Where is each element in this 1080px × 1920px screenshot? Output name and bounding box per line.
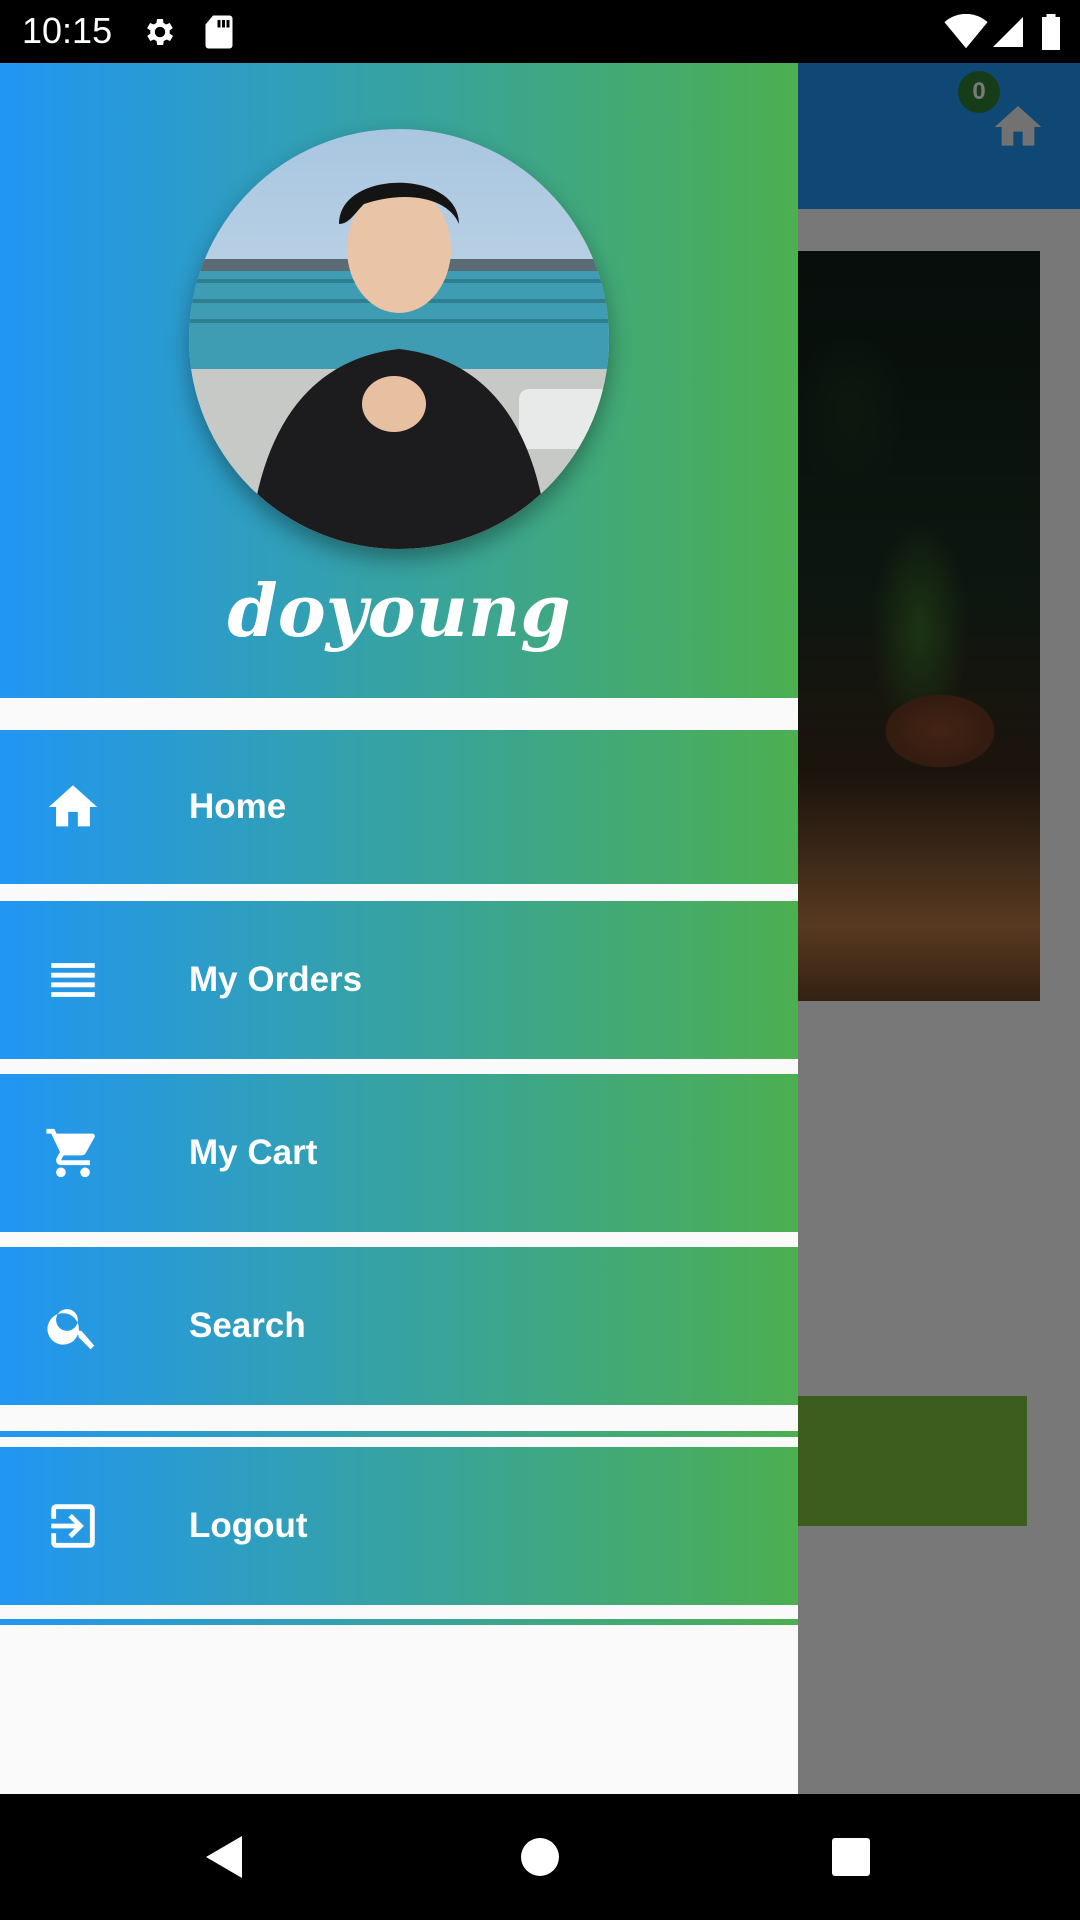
wifi-icon (944, 14, 988, 49)
menu-divider (0, 1619, 798, 1625)
cart-icon (46, 1128, 95, 1178)
navigation-drawer: doyoung Home My Orders My Cart Search Lo… (0, 63, 798, 1794)
menu-divider (0, 1431, 798, 1437)
drawer-item-label: Search (189, 1306, 306, 1345)
system-nav-bar (0, 1794, 1080, 1920)
drawer-item-logout[interactable]: Logout (0, 1447, 798, 1605)
drawer-header: doyoung (0, 63, 798, 698)
drawer-item-label: My Cart (189, 1133, 318, 1172)
back-icon[interactable] (198, 1794, 248, 1920)
signal-icon (993, 17, 1023, 47)
list-icon (51, 963, 95, 997)
drawer-item-search[interactable]: Search (0, 1247, 798, 1405)
home-icon (48, 785, 98, 827)
status-time: 10:15 (22, 10, 113, 51)
logout-icon (51, 1504, 95, 1548)
user-name: doyoung (227, 568, 571, 653)
drawer-item-label: Logout (189, 1506, 308, 1545)
avatar (189, 129, 609, 549)
battery-icon (1042, 14, 1060, 50)
home-circle-icon[interactable] (518, 1794, 562, 1920)
drawer-item-my-cart[interactable]: My Cart (0, 1074, 798, 1232)
drawer-item-label: Home (189, 787, 287, 826)
search-icon (47, 1309, 95, 1350)
settings-icon (147, 18, 174, 46)
drawer-item-home[interactable]: Home (0, 730, 798, 884)
sd-card-icon (205, 15, 233, 49)
recents-icon[interactable] (830, 1794, 872, 1920)
status-bar: 10:15 (0, 0, 1080, 63)
drawer-item-label: My Orders (189, 960, 363, 999)
drawer-item-my-orders[interactable]: My Orders (0, 901, 798, 1059)
